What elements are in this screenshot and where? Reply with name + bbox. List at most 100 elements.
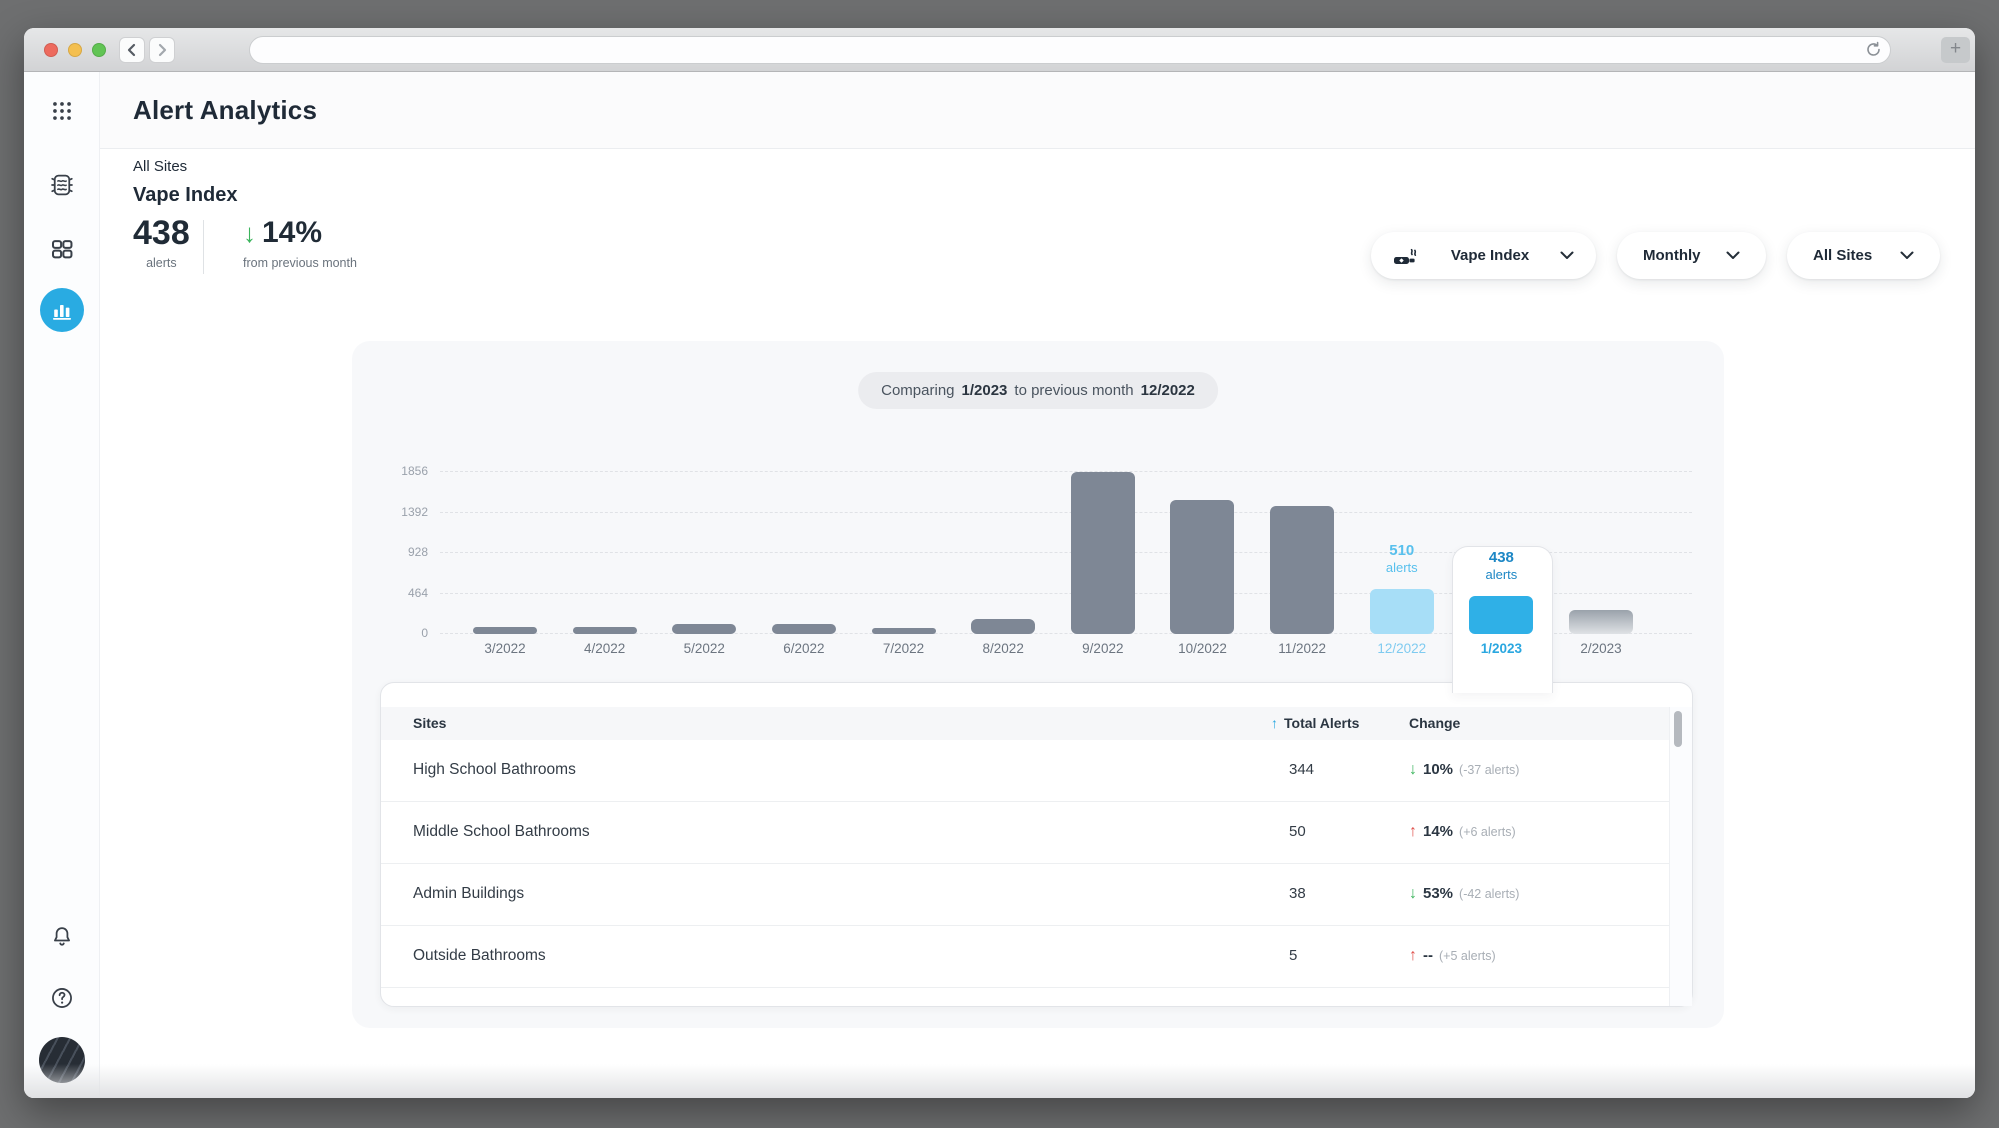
change-delta: (-37 alerts) xyxy=(1459,763,1520,777)
table-scrollbar[interactable] xyxy=(1669,707,1692,1006)
sidebar-item-dashboard[interactable] xyxy=(48,236,75,263)
refresh-icon xyxy=(1867,41,1880,56)
change-pct: 53% xyxy=(1423,885,1454,902)
sites-dropdown-label: All Sites xyxy=(1813,247,1873,264)
chevron-down-icon xyxy=(1560,251,1574,259)
change-pct: 14% xyxy=(1423,823,1454,840)
x-axis-label-4/2022: 4/2022 xyxy=(583,641,626,656)
bar-chart-icon xyxy=(52,305,71,320)
table-body: High School Bathrooms 344 ↓ 10% (-37 alerts)… xyxy=(381,740,1669,988)
new-tab-button[interactable]: + xyxy=(1941,37,1970,63)
close-window-button[interactable] xyxy=(44,43,58,57)
total-alerts-value: 5 xyxy=(1289,947,1298,964)
change-cell: ↑ -- (+5 alerts) xyxy=(1409,947,1496,965)
metric-change-note: from previous month xyxy=(243,256,357,270)
active-indicator xyxy=(39,288,84,332)
bar-6/2022[interactable] xyxy=(771,624,836,634)
change-cell: ↓ 10% (-37 alerts) xyxy=(1409,761,1519,779)
table-row[interactable]: High School Bathrooms 344 ↓ 10% (-37 alerts) xyxy=(381,740,1669,802)
bar-2/2023[interactable] xyxy=(1569,610,1634,634)
bar-4/2022[interactable] xyxy=(572,627,637,634)
minimize-window-button[interactable] xyxy=(68,43,82,57)
y-axis-tick: 1392 xyxy=(401,504,428,519)
bar-3/2022[interactable] xyxy=(473,627,537,634)
x-axis-label-5/2022: 5/2022 xyxy=(683,641,725,656)
chart-card: Comparing 1/2023 to previous month 12/20… xyxy=(352,341,1724,1028)
sidebar-item-devices[interactable] xyxy=(48,172,75,199)
site-name: High School Bathrooms xyxy=(413,761,576,778)
annotation-unit: alerts xyxy=(1385,560,1418,575)
gridline xyxy=(440,511,1692,513)
gridline xyxy=(440,471,1692,472)
x-axis-label-6/2022: 6/2022 xyxy=(783,641,825,656)
bar-7/2022[interactable] xyxy=(871,628,936,634)
column-header-sites[interactable]: Sites xyxy=(413,715,446,731)
filter-bar: Vape Index Monthly All Sites xyxy=(1371,232,1940,279)
x-axis-label-10/2022: 10/2022 xyxy=(1178,641,1227,656)
x-axis-label-11/2022: 11/2022 xyxy=(1278,641,1327,656)
trend-up-icon: ↑ xyxy=(1409,947,1417,964)
sidebar-item-help[interactable] xyxy=(49,986,74,1011)
x-axis-label-12/2022: 12/2022 xyxy=(1377,641,1427,656)
table-row[interactable]: Middle School Bathrooms 50 ↑ 14% (+6 alerts) xyxy=(381,802,1669,864)
change-pct: -- xyxy=(1423,947,1433,964)
address-bar[interactable] xyxy=(249,36,1891,64)
chevron-down-icon xyxy=(1900,251,1914,259)
annotation-unit: alerts xyxy=(1485,567,1518,582)
sensor-icon xyxy=(50,174,73,196)
sidebar-item-apps[interactable] xyxy=(49,98,75,124)
change-delta: (+5 alerts) xyxy=(1439,949,1496,963)
site-name: Outside Bathrooms xyxy=(413,947,546,964)
zoom-window-button[interactable] xyxy=(92,43,106,57)
browser-toolbar: + xyxy=(24,28,1975,72)
bar-11/2022[interactable] xyxy=(1270,506,1335,634)
trend-down-icon: ↓ xyxy=(1409,761,1417,778)
total-alerts-value: 344 xyxy=(1289,761,1315,778)
forward-button[interactable] xyxy=(149,37,175,63)
refresh-button[interactable] xyxy=(1865,41,1882,58)
bar-1/2023[interactable] xyxy=(1469,596,1534,634)
back-button[interactable] xyxy=(119,37,145,63)
sites-table-card: Sites ↑ Total Alerts Change High School … xyxy=(380,682,1693,1007)
chevron-left-icon xyxy=(127,43,136,57)
change-delta: (-42 alerts) xyxy=(1459,887,1520,901)
page-title: Alert Analytics xyxy=(133,95,318,125)
sidebar-item-account[interactable] xyxy=(38,1037,85,1083)
change-cell: ↓ 53% (-42 alerts) xyxy=(1409,885,1519,903)
table-row[interactable]: Outside Bathrooms 5 ↑ -- (+5 alerts) xyxy=(381,926,1669,988)
trend-up-icon: ↑ xyxy=(1409,823,1417,840)
period-dropdown-label: Monthly xyxy=(1643,247,1701,264)
table-row[interactable]: Admin Buildings 38 ↓ 53% (-42 alerts) xyxy=(381,864,1669,926)
column-header-change[interactable]: Change xyxy=(1409,715,1460,731)
sites-dropdown[interactable]: All Sites xyxy=(1787,232,1940,279)
metric-title: Vape Index xyxy=(133,184,238,206)
metric-change: ↓ 14% from previous month xyxy=(243,214,357,270)
sidebar-item-analytics[interactable] xyxy=(39,288,84,332)
bar-annotation-12/2022: 510 alerts xyxy=(1357,542,1447,576)
bar-5/2022[interactable] xyxy=(672,624,737,634)
avatar xyxy=(38,1037,85,1083)
bar-8/2022[interactable] xyxy=(971,619,1036,634)
bar-12/2022[interactable] xyxy=(1369,589,1434,634)
site-name: Admin Buildings xyxy=(413,885,525,902)
bar-10/2022[interactable] xyxy=(1170,500,1235,634)
sort-ascending-icon: ↑ xyxy=(1271,715,1278,731)
x-axis-label-3/2022: 3/2022 xyxy=(484,641,526,656)
column-header-total-alerts[interactable]: ↑ Total Alerts xyxy=(1271,715,1359,731)
context-label: All Sites xyxy=(133,158,188,175)
metric-dropdown[interactable]: Vape Index xyxy=(1371,232,1596,279)
main-content: Alert Analytics All Sites Vape Index 438… xyxy=(100,72,1975,1098)
x-axis-label-9/2022: 9/2022 xyxy=(1082,641,1124,656)
browser-window: + Alert Analytics All Sites Vape Index 4… xyxy=(24,28,1975,1098)
scrollbar-thumb[interactable] xyxy=(1674,711,1682,747)
divider xyxy=(203,220,204,274)
app-header: Alert Analytics xyxy=(100,72,1975,149)
x-axis-label-1/2023: 1/2023 xyxy=(1480,641,1523,656)
bar-9/2022[interactable] xyxy=(1070,472,1135,634)
metric-value: 438 xyxy=(133,214,190,252)
period-dropdown[interactable]: Monthly xyxy=(1617,232,1766,279)
metric-dropdown-label: Vape Index xyxy=(1450,247,1530,264)
change-cell: ↑ 14% (+6 alerts) xyxy=(1409,823,1516,841)
metric-summary: 438 alerts xyxy=(133,214,190,270)
sidebar-item-notifications[interactable] xyxy=(49,925,74,950)
